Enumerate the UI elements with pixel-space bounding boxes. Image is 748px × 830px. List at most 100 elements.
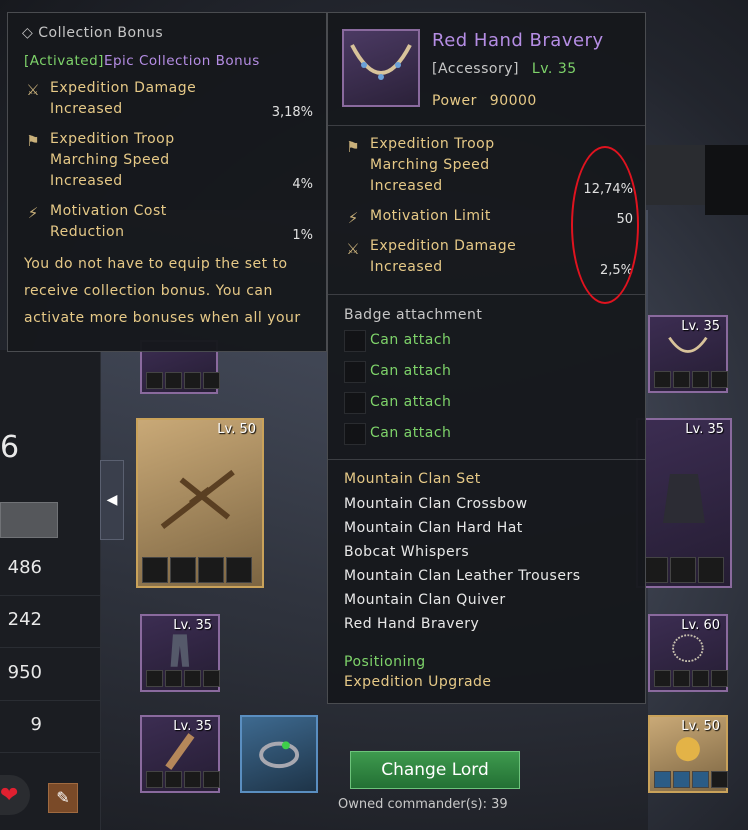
gem-sockets bbox=[146, 771, 220, 788]
expedition-damage-icon: ⚔ bbox=[26, 81, 40, 99]
chain-icon bbox=[672, 634, 704, 663]
expedition-upgrade-label: Expedition Upgrade bbox=[344, 674, 492, 690]
power-label: Power bbox=[432, 93, 477, 109]
gem-sockets bbox=[142, 557, 252, 583]
stat-label: Expedition Troop Marching Speed Increase… bbox=[370, 136, 495, 194]
pencil-icon: ✎ bbox=[56, 788, 70, 807]
stat-value: 486 bbox=[7, 557, 42, 578]
quiver-icon bbox=[165, 733, 195, 771]
divider bbox=[328, 459, 645, 460]
item-level: Lv. 35 bbox=[531, 61, 577, 77]
armor-icon bbox=[663, 473, 705, 523]
power-value: 90000 bbox=[489, 93, 537, 109]
bonus-label: Expedition Troop Marching Speed Increase… bbox=[50, 131, 175, 189]
slot-level: Lv. 35 bbox=[173, 719, 212, 734]
change-lord-button[interactable]: Change Lord bbox=[350, 751, 520, 789]
equipment-slot-crossbow[interactable]: Lv. 50 bbox=[136, 418, 264, 588]
gem-sockets bbox=[654, 371, 728, 388]
collection-bonus-header: ◇ Collection Bonus bbox=[22, 23, 163, 44]
name-plate bbox=[0, 502, 58, 538]
badge-status: Can attach bbox=[370, 425, 452, 441]
highlight-annotation bbox=[571, 146, 639, 304]
top-ornament bbox=[645, 145, 705, 205]
trousers-icon bbox=[170, 634, 190, 667]
expedition-troop-speed-icon: ⚑ bbox=[26, 132, 40, 150]
badge-header: Badge attachment bbox=[344, 307, 483, 323]
bonus-value: 1% bbox=[292, 228, 313, 243]
item-detail-tooltip: Red Hand Bravery [Accessory] Lv. 35 Powe… bbox=[327, 12, 646, 704]
necklace-icon bbox=[350, 44, 412, 80]
ring-icon bbox=[259, 741, 299, 769]
edit-button[interactable]: ✎ bbox=[48, 783, 78, 813]
activated-bonus-line: [Activated]Epic Collection Bonus bbox=[24, 51, 260, 72]
badge-status: Can attach bbox=[370, 363, 452, 379]
equipment-slot-chain[interactable]: Lv. 60 bbox=[648, 614, 728, 692]
gold-trinket-icon bbox=[675, 737, 701, 762]
item-power-line: Power 90000 bbox=[432, 91, 537, 112]
badge-slot[interactable] bbox=[344, 330, 366, 352]
bonus-value: 3,18% bbox=[271, 105, 313, 120]
set-item: Bobcat Whispers bbox=[344, 544, 470, 560]
set-item: Mountain Clan Hard Hat bbox=[344, 520, 523, 536]
expedition-damage-icon: ⚔ bbox=[346, 240, 360, 258]
set-item: Mountain Clan Leather Trousers bbox=[344, 568, 581, 584]
stat-row: 950 bbox=[0, 650, 100, 701]
item-type-line: [Accessory] Lv. 35 bbox=[432, 59, 577, 80]
set-title: Mountain Clan Set bbox=[344, 471, 481, 487]
chevron-left-icon: ◀ bbox=[106, 492, 118, 508]
stat-row: 242 bbox=[0, 597, 100, 648]
badge-slot[interactable] bbox=[344, 361, 366, 383]
heart-icon: ❤ bbox=[0, 783, 19, 808]
item-thumbnail bbox=[342, 29, 420, 107]
stat-value: 950 bbox=[7, 662, 42, 683]
item-type: [Accessory] bbox=[432, 61, 519, 77]
badge-slot[interactable] bbox=[344, 423, 366, 445]
slot-level: Lv. 35 bbox=[685, 422, 724, 437]
stat-big-value: 6 bbox=[0, 430, 20, 465]
stat-label: Motivation Limit bbox=[370, 208, 491, 224]
activated-tag: [Activated] bbox=[24, 53, 104, 69]
motivation-limit-icon: ⚡ bbox=[347, 209, 359, 227]
slot-level: Lv. 35 bbox=[681, 319, 720, 334]
expedition-troop-speed-icon: ⚑ bbox=[346, 138, 360, 156]
stat-label: Expedition Damage Increased bbox=[370, 238, 517, 275]
stat-value: 9 bbox=[30, 714, 42, 735]
collection-bonus-title: Collection Bonus bbox=[38, 25, 164, 41]
set-item: Red Hand Bravery bbox=[344, 616, 480, 632]
badge-slot[interactable] bbox=[344, 392, 366, 414]
motivation-cost-icon: ⚡ bbox=[27, 204, 39, 222]
equipment-slot-necklace[interactable]: Lv. 35 bbox=[648, 315, 728, 393]
equipment-slot-ring[interactable] bbox=[240, 715, 318, 793]
activated-bonus-name: Epic Collection Bonus bbox=[103, 53, 260, 69]
gem-sockets bbox=[642, 557, 724, 583]
equipment-slot-trousers[interactable]: Lv. 35 bbox=[140, 614, 220, 692]
top-dark-block bbox=[705, 145, 748, 215]
set-item: Mountain Clan Crossbow bbox=[344, 496, 528, 512]
bonus-label: Expedition Damage Increased bbox=[50, 80, 197, 117]
set-item: Mountain Clan Quiver bbox=[344, 592, 506, 608]
item-name: Red Hand Bravery bbox=[432, 30, 604, 51]
diamond-icon: ◇ bbox=[22, 25, 34, 41]
bonus-label: Motivation Cost Reduction bbox=[50, 203, 167, 240]
equipment-slot-gold-item[interactable]: Lv. 50 bbox=[648, 715, 728, 793]
crossbow-icon bbox=[160, 469, 235, 529]
badge-status: Can attach bbox=[370, 394, 452, 410]
positioning-label: Positioning bbox=[344, 654, 426, 670]
panel-toggle-button[interactable]: ◀ bbox=[100, 460, 124, 540]
stat-row: 9 bbox=[0, 702, 100, 753]
gem-sockets bbox=[654, 670, 728, 687]
equipment-slot-quiver[interactable]: Lv. 35 bbox=[140, 715, 220, 793]
set-items-list: Mountain Clan Crossbow Mountain Clan Har… bbox=[344, 492, 581, 636]
collection-bonus-description: You do not have to equip the set to rece… bbox=[24, 256, 301, 326]
stat-value: 242 bbox=[7, 609, 42, 630]
badge-status: Can attach bbox=[370, 332, 452, 348]
stat-row: 486 bbox=[0, 545, 100, 596]
bonus-value: 4% bbox=[292, 177, 313, 192]
gem-sockets bbox=[654, 771, 728, 788]
slot-level: Lv. 50 bbox=[681, 719, 720, 734]
slot-level: Lv. 50 bbox=[217, 422, 256, 437]
divider bbox=[328, 125, 645, 126]
collection-bonus-tooltip: ◇ Collection Bonus [Activated]Epic Colle… bbox=[7, 12, 327, 352]
equipment-slot-armor[interactable]: Lv. 35 bbox=[636, 418, 732, 588]
gem-sockets bbox=[146, 372, 220, 389]
